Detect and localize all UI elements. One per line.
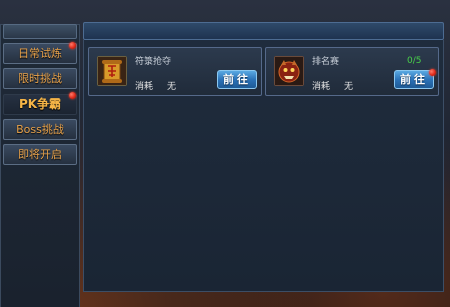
demon-mask-icon — [274, 56, 304, 86]
card-title: 符箓抢夺 — [135, 57, 172, 67]
sidebar-item-limited-challenge[interactable]: 限时挑战 — [3, 68, 77, 89]
activity-card-talisman: 符箓抢夺 消耗 无 前往 — [88, 47, 262, 96]
sidebar-item-label: 日常试炼 — [18, 47, 62, 60]
attempts-progress: 0/5 — [407, 56, 422, 66]
notification-dot — [429, 69, 436, 76]
sidebar-item-pk-contest[interactable]: PK争霸 — [3, 94, 77, 115]
sidebar-item-coming-soon[interactable]: 即将开启 — [3, 144, 77, 165]
sidebar-item-label: PK争霸 — [18, 97, 62, 111]
sidebar-item-label: Boss挑战 — [16, 123, 64, 136]
cost-value: 无 — [344, 82, 354, 92]
cost-label: 消耗 — [312, 82, 331, 92]
sidebar — [0, 24, 80, 307]
notification-dot — [69, 92, 76, 99]
sidebar-header — [3, 24, 77, 39]
cost-label: 消耗 — [135, 82, 154, 92]
sidebar-item-daily-trial[interactable]: 日常试炼 — [3, 43, 77, 64]
notification-dot — [69, 42, 76, 49]
sidebar-item-label: 即将开启 — [18, 148, 62, 161]
cost-value: 无 — [167, 82, 177, 92]
sidebar-item-boss-challenge[interactable]: Boss挑战 — [3, 119, 77, 140]
activity-card-ranking: 排名赛 0/5 消耗 无 前往 — [265, 47, 439, 96]
panel-header-bar — [83, 22, 444, 40]
game-window: 日常试炼 限时挑战 PK争霸 Boss挑战 即将开启 符箓抢夺 消耗 无 前往 — [0, 0, 450, 307]
go-button[interactable]: 前往 — [394, 70, 434, 89]
scroll-icon — [97, 56, 127, 86]
go-button[interactable]: 前往 — [217, 70, 257, 89]
card-title: 排名赛 — [312, 57, 340, 67]
sidebar-item-label: 限时挑战 — [18, 72, 62, 85]
